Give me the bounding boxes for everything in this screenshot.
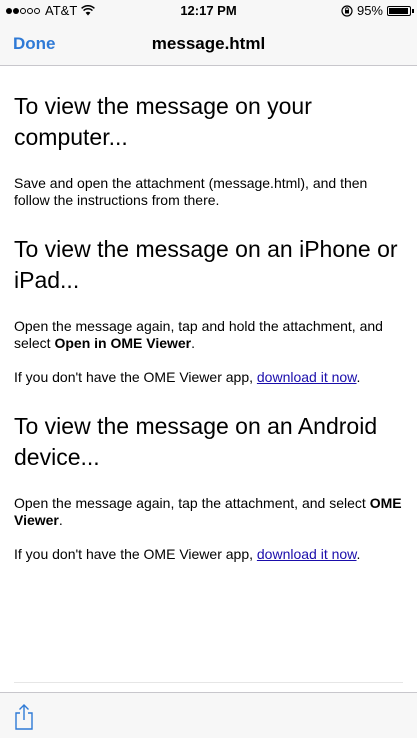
section-text-computer: Save and open the attachment (message.ht… [14, 175, 368, 208]
rotation-lock-icon [341, 4, 353, 17]
share-icon[interactable] [13, 703, 35, 731]
section-text-iphone: Open the message again, tap and hold the… [14, 318, 406, 352]
download-link-android[interactable]: download it now [257, 546, 357, 562]
section-download-iphone: If you don't have the OME Viewer app, do… [14, 369, 406, 386]
battery-cap [412, 8, 414, 13]
text-span: . [191, 335, 196, 351]
text-span: If you don't have the OME Viewer app, [14, 546, 257, 562]
navigation-bar: Done message.html [0, 22, 417, 66]
status-right: 95% [341, 3, 414, 18]
status-bar: AT&T 12:17 PM 95% [0, 0, 417, 22]
battery-fill [389, 7, 408, 14]
section-heading-iphone: To view the message on an iPhone or iPad… [14, 236, 398, 293]
battery-percent: 95% [356, 3, 383, 18]
text-span: If you don't have the OME Viewer app, [14, 369, 257, 385]
text-span: . [356, 369, 361, 385]
download-link-iphone[interactable]: download it now [257, 369, 357, 385]
text-span: . [356, 546, 361, 562]
section-download-android: If you don't have the OME Viewer app, do… [14, 546, 406, 563]
text-span: Open the message again, tap the attachme… [14, 495, 370, 511]
section-text-android: Open the message again, tap the attachme… [14, 495, 406, 529]
text-span: . [58, 512, 63, 528]
battery-icon [387, 5, 414, 16]
bold-option-label: Open in OME Viewer [54, 335, 192, 351]
document-content: To view the message on your computer... … [14, 66, 406, 686]
section-heading-android: To view the message on an Android device… [14, 413, 378, 470]
section-heading-computer: To view the message on your computer... [14, 93, 312, 150]
bottom-toolbar [0, 692, 417, 738]
page-title: message.html [151, 34, 266, 53]
content-divider [14, 682, 403, 683]
